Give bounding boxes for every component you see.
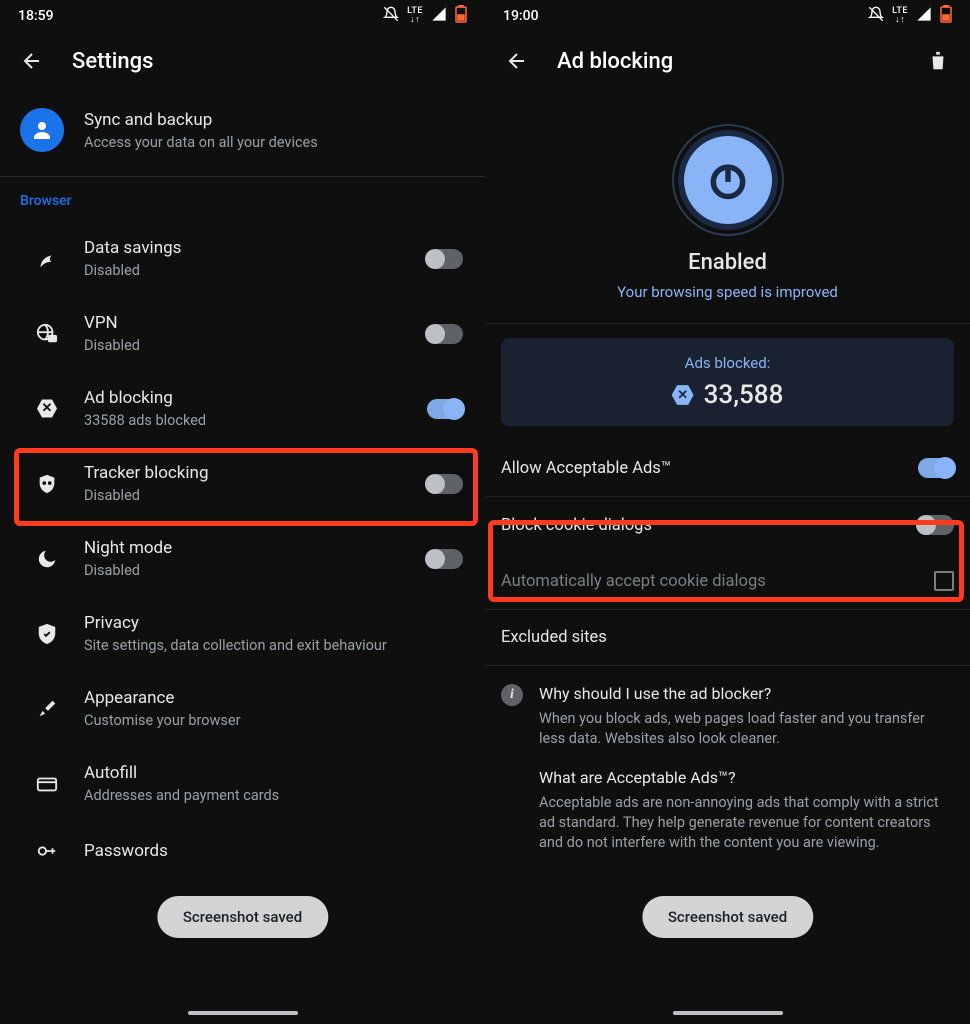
moon-icon <box>34 546 60 572</box>
toggle-data-savings[interactable] <box>427 249 463 269</box>
battery-icon <box>455 5 467 27</box>
hex-icon: ✕ <box>672 384 694 406</box>
adblocking-screen: 19:00 LTE↓↑ Ad blocking Enabled Your bro… <box>485 0 970 1024</box>
status-bar: 18:59 LTE↓↑ <box>0 0 485 32</box>
back-button[interactable] <box>503 47 531 75</box>
toggle-vpn[interactable] <box>427 324 463 344</box>
signal-icon <box>916 6 932 26</box>
toggle-block-cookies[interactable] <box>918 515 954 535</box>
header: Ad blocking <box>485 32 970 90</box>
row-passwords[interactable]: Passwords <box>0 821 485 881</box>
brush-icon <box>34 696 60 722</box>
row-appearance[interactable]: AppearanceCustomise your browser <box>0 671 485 746</box>
settings-screen: 18:59 LTE↓↑ Settings Sync and backup Acc… <box>0 0 485 1024</box>
back-button[interactable] <box>18 47 46 75</box>
toggle-night-mode[interactable] <box>427 549 463 569</box>
row-ad-blocking[interactable]: ✕ Ad blocking33588 ads blocked <box>0 371 485 446</box>
row-autofill[interactable]: AutofillAddresses and payment cards <box>0 746 485 821</box>
info-icon: i <box>501 684 523 706</box>
power-section: Enabled Your browsing speed is improved <box>485 90 970 323</box>
toast: Screenshot saved <box>642 896 813 938</box>
toggle-acceptable-ads[interactable] <box>918 458 954 478</box>
header: Settings <box>0 32 485 90</box>
notif-off-icon <box>868 6 884 26</box>
stats-label: Ads blocked: <box>517 354 938 372</box>
checkbox-auto-accept <box>934 571 954 591</box>
section-browser: Browser <box>0 189 485 221</box>
shield-x-icon: ✕ <box>34 396 60 422</box>
row-data-savings[interactable]: Data savingsDisabled <box>0 221 485 296</box>
sync-row[interactable]: Sync and backup Access your data on all … <box>0 90 485 176</box>
page-title: Settings <box>72 49 153 74</box>
row-privacy[interactable]: PrivacySite settings, data collection an… <box>0 596 485 671</box>
clock: 18:59 <box>18 8 54 24</box>
info-q2: What are Acceptable Ads™? <box>539 768 954 787</box>
sync-subtitle: Access your data on all your devices <box>84 134 318 151</box>
signal-icon <box>431 6 447 26</box>
row-night-mode[interactable]: Night modeDisabled <box>0 521 485 596</box>
row-tracker-blocking[interactable]: Tracker blockingDisabled <box>0 446 485 521</box>
globe-lock-icon <box>34 321 60 347</box>
row-vpn[interactable]: VPNDisabled <box>0 296 485 371</box>
info-q1: Why should I use the ad blocker? <box>539 684 954 703</box>
stats-card: Ads blocked: ✕ 33,588 <box>501 338 954 426</box>
info-a1: When you block ads, web pages load faste… <box>539 709 954 750</box>
stats-count: 33,588 <box>704 380 784 410</box>
shield-tracker-icon <box>34 471 60 497</box>
toast: Screenshot saved <box>157 896 328 938</box>
row-auto-accept-cookies: Automatically accept cookie dialogs <box>485 553 970 609</box>
lte-icon: LTE↓↑ <box>892 7 908 25</box>
avatar-icon <box>20 108 64 152</box>
info-row: i Why should I use the ad blocker? When … <box>485 666 970 768</box>
row-excluded-sites[interactable]: Excluded sites <box>485 610 970 665</box>
status-subtitle: Your browsing speed is improved <box>505 283 950 301</box>
divider <box>0 176 485 177</box>
toggle-tracker[interactable] <box>427 474 463 494</box>
status-text: Enabled <box>505 250 950 275</box>
card-icon <box>34 771 60 797</box>
leaf-icon <box>34 246 60 272</box>
status-bar: 19:00 LTE↓↑ <box>485 0 970 32</box>
delete-button[interactable] <box>924 47 952 75</box>
battery-icon <box>940 5 952 27</box>
sync-title: Sync and backup <box>84 110 318 130</box>
page-title: Ad blocking <box>557 49 673 74</box>
shield-check-icon <box>34 621 60 647</box>
info-a2: Acceptable ads are non-annoying ads that… <box>539 793 954 854</box>
nav-bar[interactable] <box>0 1002 485 1024</box>
key-icon <box>34 838 60 864</box>
power-button[interactable] <box>678 130 778 230</box>
row-block-cookies[interactable]: Block cookie dialogs <box>485 497 970 553</box>
notif-off-icon <box>383 6 399 26</box>
row-acceptable-ads[interactable]: Allow Acceptable Ads™ <box>485 440 970 496</box>
clock: 19:00 <box>503 8 539 24</box>
nav-bar[interactable] <box>485 1002 970 1024</box>
lte-icon: LTE↓↑ <box>407 7 423 25</box>
toggle-ad-blocking[interactable] <box>427 399 463 419</box>
